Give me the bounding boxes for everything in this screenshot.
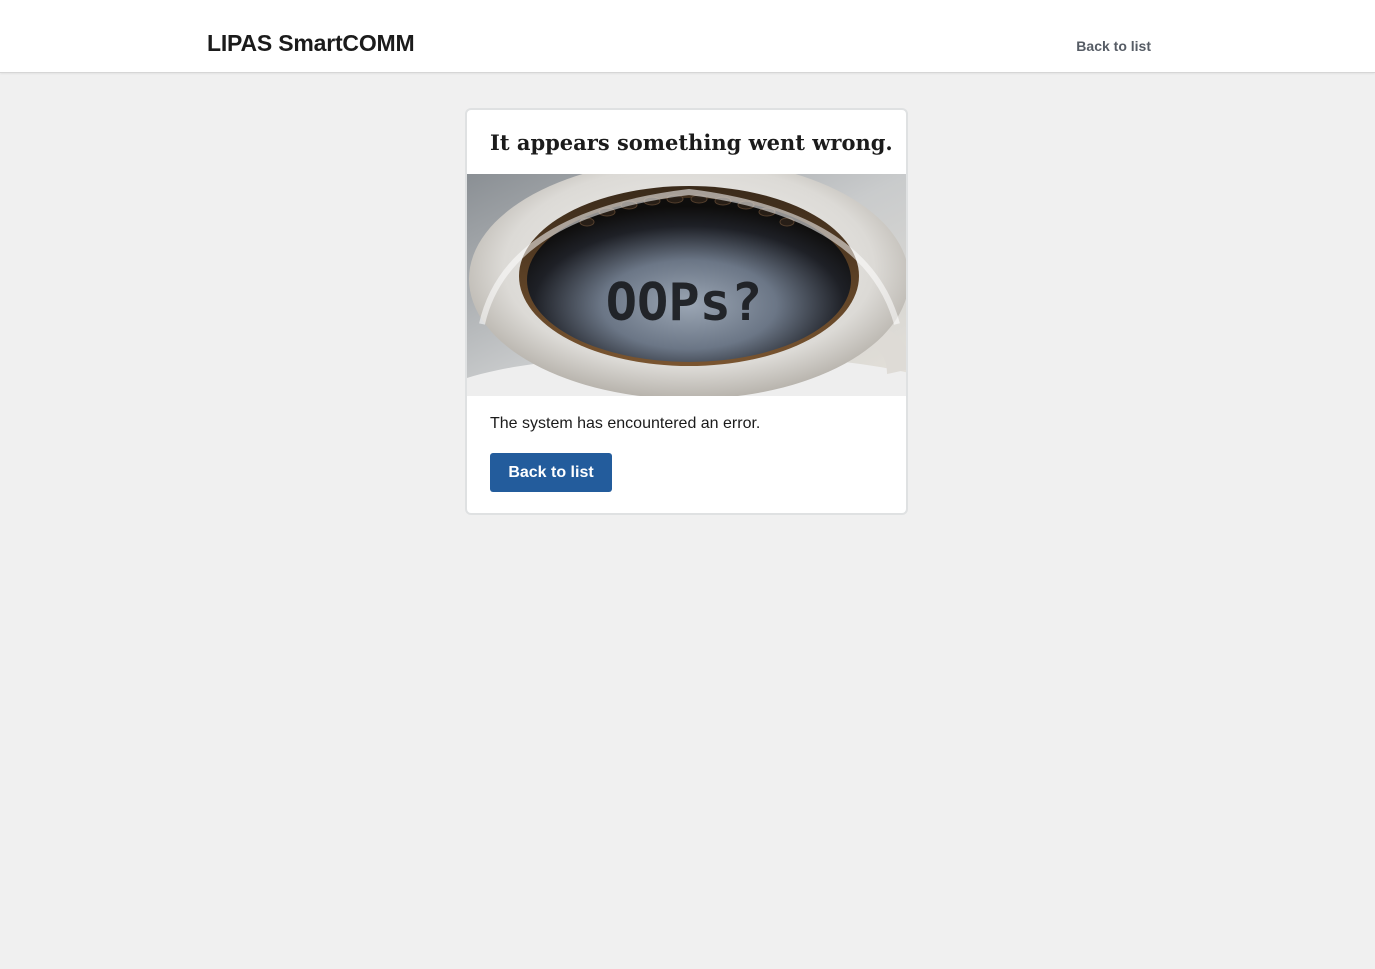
error-heading: It appears something went wrong.	[490, 130, 893, 155]
oops-image-text: OOPs?	[606, 273, 763, 333]
top-header: LIPAS SmartCOMM Back to list	[0, 0, 1375, 73]
error-message: The system has encountered an error.	[490, 415, 761, 432]
error-card: It appears something went wrong. OOPs? T…	[465, 108, 908, 515]
header-back-to-list-link[interactable]: Back to list	[1076, 38, 1151, 54]
back-to-list-button[interactable]: Back to list	[490, 453, 612, 492]
site-title: LIPAS SmartCOMM	[207, 30, 415, 56]
coffee-cup-oops-image: OOPs?	[467, 174, 906, 396]
